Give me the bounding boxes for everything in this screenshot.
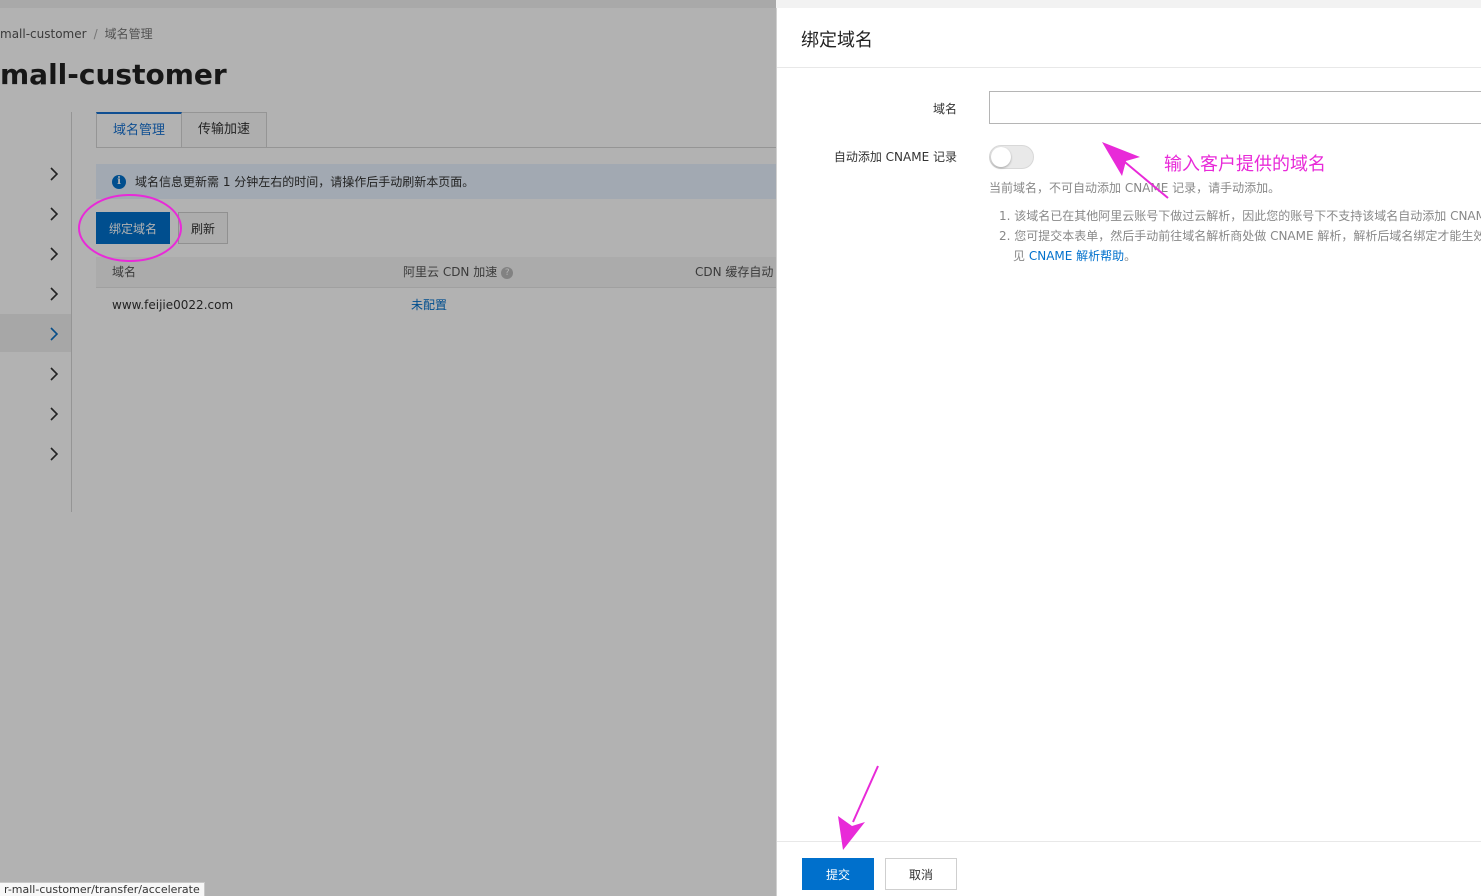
note-line-1: 1. 该域名已在其他阿里云账号下做过云解析，因此您的账号下不支持该域名自动添加 … [999, 209, 1481, 223]
cname-hint: 当前域名，不可自动添加 CNAME 记录，请手动添加。 [989, 181, 1281, 195]
submit-button[interactable]: 提交 [802, 858, 874, 890]
cname-help-link[interactable]: CNAME 解析帮助 [1029, 249, 1124, 263]
drawer-title: 绑定域名 [801, 30, 873, 51]
domain-label: 域名 [932, 102, 957, 116]
modal-overlay[interactable] [0, 0, 776, 896]
toggle-knob [991, 147, 1011, 167]
bind-domain-drawer: 绑定域名 域名 自动添加 CNAME 记录 当前域名，不可自动添加 CNAME … [776, 8, 1481, 896]
cname-notes: 1. 该域名已在其他阿里云账号下做过云解析，因此您的账号下不支持该域名自动添加 … [999, 206, 1481, 266]
cancel-button[interactable]: 取消 [885, 858, 957, 890]
annotation-text: 输入客户提供的域名 [1164, 154, 1326, 175]
note-line-3: 见 CNAME 解析帮助。 [999, 246, 1481, 266]
cname-toggle[interactable] [989, 145, 1034, 169]
note-line-2: 2. 您可提交本表单，然后手动前往域名解析商处做 CNAME 解析，解析后域名绑… [999, 229, 1481, 243]
note-line-3-prefix: 见 [1013, 249, 1026, 263]
cname-label: 自动添加 CNAME 记录 [833, 150, 957, 164]
drawer-footer-divider [777, 841, 1481, 842]
status-bar-url: r-mall-customer/transfer/accelerate [0, 882, 205, 896]
drawer-header-divider [777, 67, 1481, 68]
domain-input[interactable] [989, 91, 1481, 124]
note-line-3-suffix: 。 [1124, 249, 1137, 263]
